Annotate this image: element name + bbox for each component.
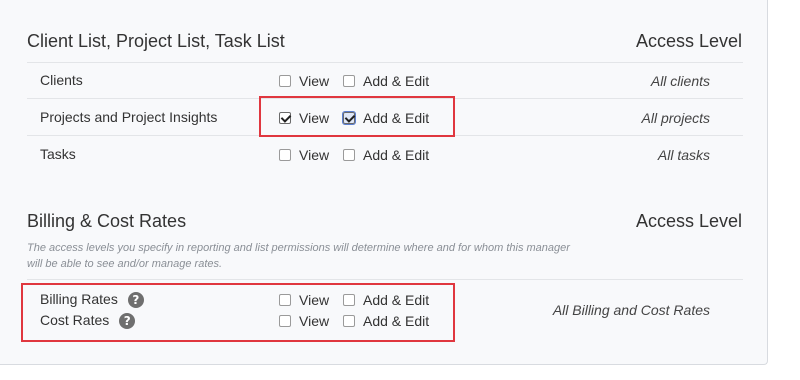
highlight-box-projects [259,96,455,137]
highlight-box-rates [21,283,455,342]
tasks-add-edit-checkbox[interactable] [343,149,355,161]
row-label-clients: Clients [40,72,83,88]
clients-view-option[interactable]: View [279,73,329,89]
clients-add-edit-checkbox[interactable] [343,75,355,87]
access-level-header-rates: Access Level [635,211,742,231]
divider [27,62,743,63]
clients-view-label: View [299,73,330,89]
section-title-lists: Client List, Project List, Task List [27,31,285,51]
rates-access-level: All Billing and Cost Rates [552,302,710,318]
tasks-view-label: View [299,147,330,163]
tasks-view-checkbox[interactable] [279,149,291,161]
divider [27,279,743,280]
clients-add-edit-option[interactable]: Add & Edit [343,73,429,89]
section-title-rates: Billing & Cost Rates [27,211,187,231]
tasks-access-level: All tasks [657,147,710,163]
access-level-header-lists: Access Level [635,31,742,51]
clients-view-checkbox[interactable] [279,75,291,87]
clients-add-edit-label: Add & Edit [363,73,430,89]
projects-access-level: All projects [641,110,710,126]
tasks-view-option[interactable]: View [279,147,329,163]
row-label-tasks: Tasks [40,146,76,162]
tasks-add-edit-label: Add & Edit [363,147,430,163]
clients-access-level: All clients [650,73,710,89]
permissions-panel: Client List, Project List, Task List Acc… [0,0,768,365]
row-label-projects: Projects and Project Insights [40,109,218,125]
rates-description: The access levels you specify in reporti… [27,242,570,270]
tasks-add-edit-option[interactable]: Add & Edit [343,147,429,163]
